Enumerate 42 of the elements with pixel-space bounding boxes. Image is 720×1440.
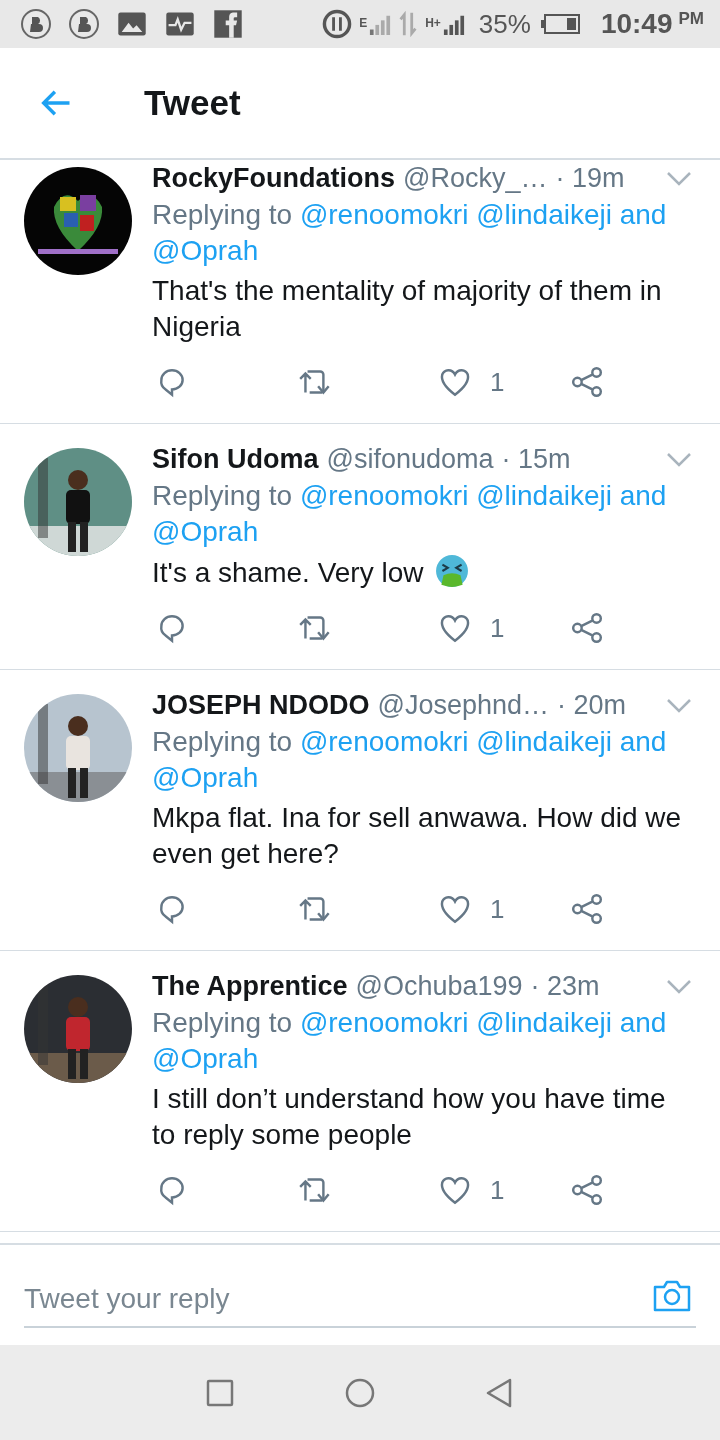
tweet-time: · 19m	[555, 163, 625, 194]
facebook-icon	[212, 8, 244, 40]
clock-meridiem: PM	[678, 9, 704, 29]
tweet-text: I still don’t understand how you have time to reply some people	[152, 1083, 666, 1150]
author-handle: @Josephnd…	[377, 690, 550, 721]
tweet-text: It's a shame. Very low	[152, 557, 424, 588]
author-handle: @Ochuba199	[355, 971, 523, 1002]
like-button[interactable]: 1	[438, 365, 505, 399]
author-name[interactable]: The Apprentice	[152, 971, 348, 1002]
replying-to-text: Replying to @renoomokri @lindaikeji and @Oprah	[152, 479, 668, 549]
author-name[interactable]: RockyFoundations	[152, 163, 395, 194]
b-app-icon	[20, 8, 52, 40]
share-icon[interactable]	[570, 892, 605, 926]
author-handle: @sifonudoma	[326, 444, 494, 475]
battery-icon	[540, 13, 581, 35]
tweet-time: · 15m	[501, 444, 571, 475]
share-icon[interactable]	[570, 611, 605, 645]
clock-time: 10:49	[600, 8, 673, 40]
network-label: H+	[425, 16, 441, 30]
page-title: Tweet	[144, 83, 241, 123]
like-button[interactable]: 1	[438, 611, 505, 645]
replying-to-text: Replying to @renoomokri @lindaikeji and @Oprah	[152, 725, 668, 795]
vomiting-face-icon	[435, 554, 470, 588]
home-icon[interactable]	[344, 1376, 376, 1409]
b-app-icon	[68, 8, 100, 40]
author-name[interactable]: Sifon Udoma	[152, 444, 319, 475]
share-icon[interactable]	[570, 1173, 605, 1207]
data-arrows-icon	[397, 11, 420, 37]
share-icon[interactable]	[570, 365, 605, 399]
like-button[interactable]: 1	[438, 892, 505, 926]
replying-to-text: Replying to @renoomokri @lindaikeji and @Oprah	[152, 1006, 668, 1076]
battery-percent: 35%	[478, 8, 531, 40]
replying-to-text: Replying to @renoomokri @lindaikeji and @Oprah	[152, 198, 668, 268]
tweet-time: · 23m	[530, 971, 600, 1002]
network-label: E	[359, 16, 368, 30]
author-handle: @Rocky_…	[403, 163, 548, 194]
author-name[interactable]: JOSEPH NDODO	[152, 690, 370, 721]
tweet-text: That's the mentality of majority of them in Nigeria	[152, 275, 662, 342]
tweet-text: Mkpa flat. Ina for sell anwawa. How did we even get here?	[152, 802, 682, 869]
like-button[interactable]: 1	[438, 1173, 505, 1207]
reply-field[interactable]: Tweet your reply	[24, 1272, 696, 1328]
tweet-time: · 20m	[557, 690, 627, 721]
